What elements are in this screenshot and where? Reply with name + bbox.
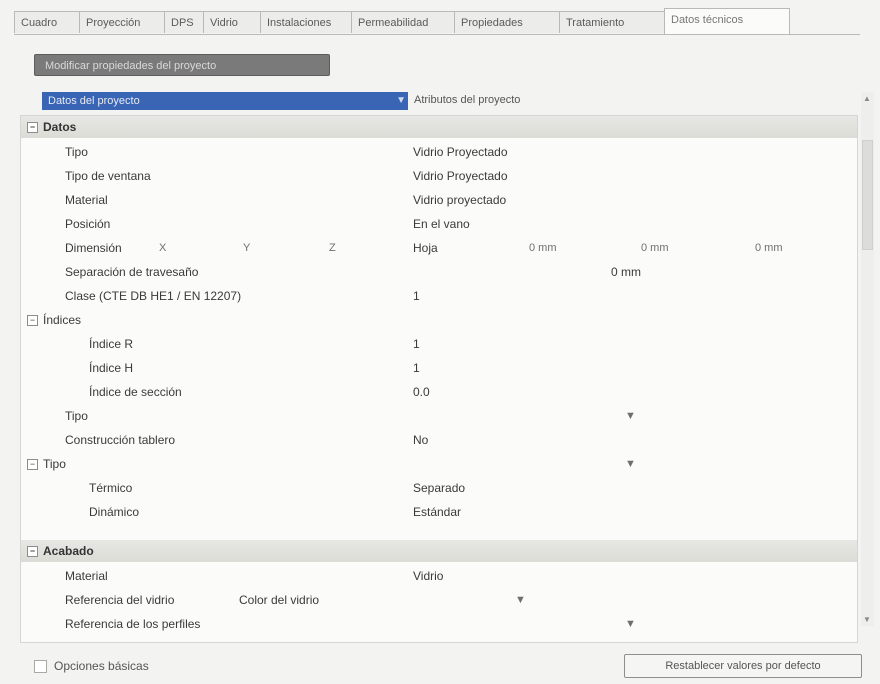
tab-instalaciones[interactable]: Instalaciones	[260, 11, 352, 33]
dimension-y-label: Y	[243, 242, 251, 254]
collapse-icon[interactable]: −	[27, 122, 38, 133]
property-value[interactable]: Vidrio Proyectado	[413, 140, 508, 164]
dimension-value-3[interactable]: 0 mm	[755, 236, 783, 260]
property-row[interactable]: Índice de sección 0.0	[21, 380, 857, 404]
property-row[interactable]: Material Vidrio proyectado	[21, 188, 857, 212]
property-value[interactable]: Vidrio	[413, 564, 443, 588]
chevron-down-icon[interactable]: ▼	[396, 92, 406, 110]
tab-proyeccion[interactable]: Proyección	[79, 11, 165, 33]
dimension-value-2[interactable]: 0 mm	[641, 236, 669, 260]
collapse-icon[interactable]: −	[27, 315, 38, 326]
property-label: Índice H	[89, 361, 134, 375]
property-label: Dimensión	[65, 241, 122, 255]
property-value[interactable]: En el vano	[413, 212, 470, 236]
reset-defaults-button[interactable]: Restablecer valores por defecto	[624, 654, 862, 678]
dimension-value-1[interactable]: 0 mm	[529, 236, 557, 260]
property-label: Tipo	[65, 145, 88, 159]
property-label: Tipo de ventana	[65, 169, 151, 183]
section-title: Datos	[43, 120, 77, 134]
vertical-scrollbar[interactable]: ▲ ▼	[861, 92, 874, 626]
selector-description: Atributos del proyecto	[414, 94, 521, 106]
property-row[interactable]: Clase (CTE DB HE1 / EN 12207) 1	[21, 284, 857, 308]
property-value[interactable]: Separado	[413, 476, 465, 500]
property-label: Clase (CTE DB HE1 / EN 12207)	[65, 289, 242, 303]
tab-datos-tecnicos[interactable]: Datos técnicos	[664, 8, 790, 34]
property-grid: − Datos Tipo Vidrio Proyectado Tipo de v…	[20, 115, 858, 643]
property-value[interactable]: Vidrio proyectado	[413, 188, 506, 212]
property-row[interactable]: Construcción tablero No	[21, 428, 857, 452]
property-label: Índice R	[89, 337, 134, 351]
property-label: Material	[65, 569, 108, 583]
collapse-icon[interactable]: −	[27, 459, 38, 470]
dropdown-arrow-icon[interactable]: ▼	[625, 452, 636, 476]
tab-divider	[14, 34, 860, 35]
property-row[interactable]: Índice R 1	[21, 332, 857, 356]
dropdown-arrow-icon[interactable]: ▼	[625, 404, 636, 428]
property-row[interactable]: Índice H 1	[21, 356, 857, 380]
basic-options-label: Opciones básicas	[54, 659, 149, 673]
property-label: Construcción tablero	[65, 433, 176, 447]
section-header-datos[interactable]: − Datos	[21, 116, 857, 138]
property-value[interactable]: Color del vidrio	[239, 588, 319, 612]
property-row[interactable]: Separación de travesaño 0 mm	[21, 260, 857, 284]
property-row[interactable]: Posición En el vano	[21, 212, 857, 236]
property-label: Separación de travesaño	[65, 265, 199, 279]
property-group-indices[interactable]: − Índices	[21, 308, 857, 332]
scroll-down-icon[interactable]: ▼	[863, 615, 871, 624]
property-row-dimension[interactable]: Dimensión X Y Z Hoja 0 mm 0 mm 0 mm	[21, 236, 857, 260]
property-group-tipo[interactable]: − Tipo ▼	[21, 452, 857, 476]
property-label: Dinámico	[89, 505, 140, 519]
tab-strip: Cuadro Proyección DPS Vidrio Instalacion…	[14, 8, 790, 34]
project-selector-value: Datos del proyecto	[48, 95, 140, 107]
dimension-x-label: X	[159, 242, 167, 254]
property-value[interactable]: 0 mm	[611, 260, 641, 284]
property-row[interactable]: Referencia del vidrio Color del vidrio ▼	[21, 588, 857, 612]
property-label: Posición	[65, 217, 111, 231]
property-value[interactable]: Vidrio Proyectado	[413, 164, 508, 188]
property-row[interactable]: Tipo ▼	[21, 404, 857, 428]
tab-propiedades[interactable]: Propiedades	[454, 11, 560, 33]
tab-cuadro[interactable]: Cuadro	[14, 11, 80, 33]
property-value[interactable]: Hoja	[413, 236, 438, 260]
tab-dps[interactable]: DPS	[164, 11, 204, 33]
property-label: Tipo	[65, 409, 88, 423]
dropdown-arrow-icon[interactable]: ▼	[515, 588, 526, 612]
scroll-up-icon[interactable]: ▲	[863, 94, 871, 103]
property-row[interactable]: Material Vidrio	[21, 564, 857, 588]
tab-permeabilidad[interactable]: Permeabilidad	[351, 11, 455, 33]
property-label: Térmico	[89, 481, 133, 495]
tab-vidrio[interactable]: Vidrio	[203, 11, 261, 33]
property-label: Índice de sección	[89, 385, 182, 399]
property-value[interactable]: Estándar	[413, 500, 461, 524]
property-value[interactable]: No	[413, 428, 428, 452]
property-row[interactable]: Tipo de ventana Vidrio Proyectado	[21, 164, 857, 188]
modify-properties-button[interactable]: Modificar propiedades del proyecto	[34, 54, 330, 76]
property-label: Índices	[43, 313, 82, 327]
project-selector[interactable]: Datos del proyecto ▼	[42, 92, 408, 110]
collapse-icon[interactable]: −	[27, 546, 38, 557]
property-value[interactable]: 1	[413, 284, 420, 308]
property-label: Referencia del vidrio	[65, 593, 175, 607]
property-row[interactable]: Dinámico Estándar	[21, 500, 857, 524]
property-label: Material	[65, 193, 108, 207]
property-row[interactable]: Tipo Vidrio Proyectado	[21, 140, 857, 164]
basic-options-checkbox[interactable]	[34, 660, 47, 673]
property-value[interactable]: 1	[413, 332, 420, 356]
scrollbar-thumb[interactable]	[862, 140, 873, 250]
dimension-z-label: Z	[329, 242, 336, 254]
property-label: Tipo	[43, 457, 66, 471]
property-value[interactable]: 1	[413, 356, 420, 380]
property-label: Referencia de los perfiles	[65, 617, 201, 631]
section-header-acabado[interactable]: − Acabado	[21, 540, 857, 562]
dropdown-arrow-icon[interactable]: ▼	[625, 612, 636, 636]
property-value[interactable]: 0.0	[413, 380, 430, 404]
section-title: Acabado	[43, 544, 94, 558]
tab-tratamiento[interactable]: Tratamiento	[559, 11, 665, 33]
property-row[interactable]: Térmico Separado	[21, 476, 857, 500]
property-row[interactable]: Referencia de los perfiles ▼	[21, 612, 857, 636]
